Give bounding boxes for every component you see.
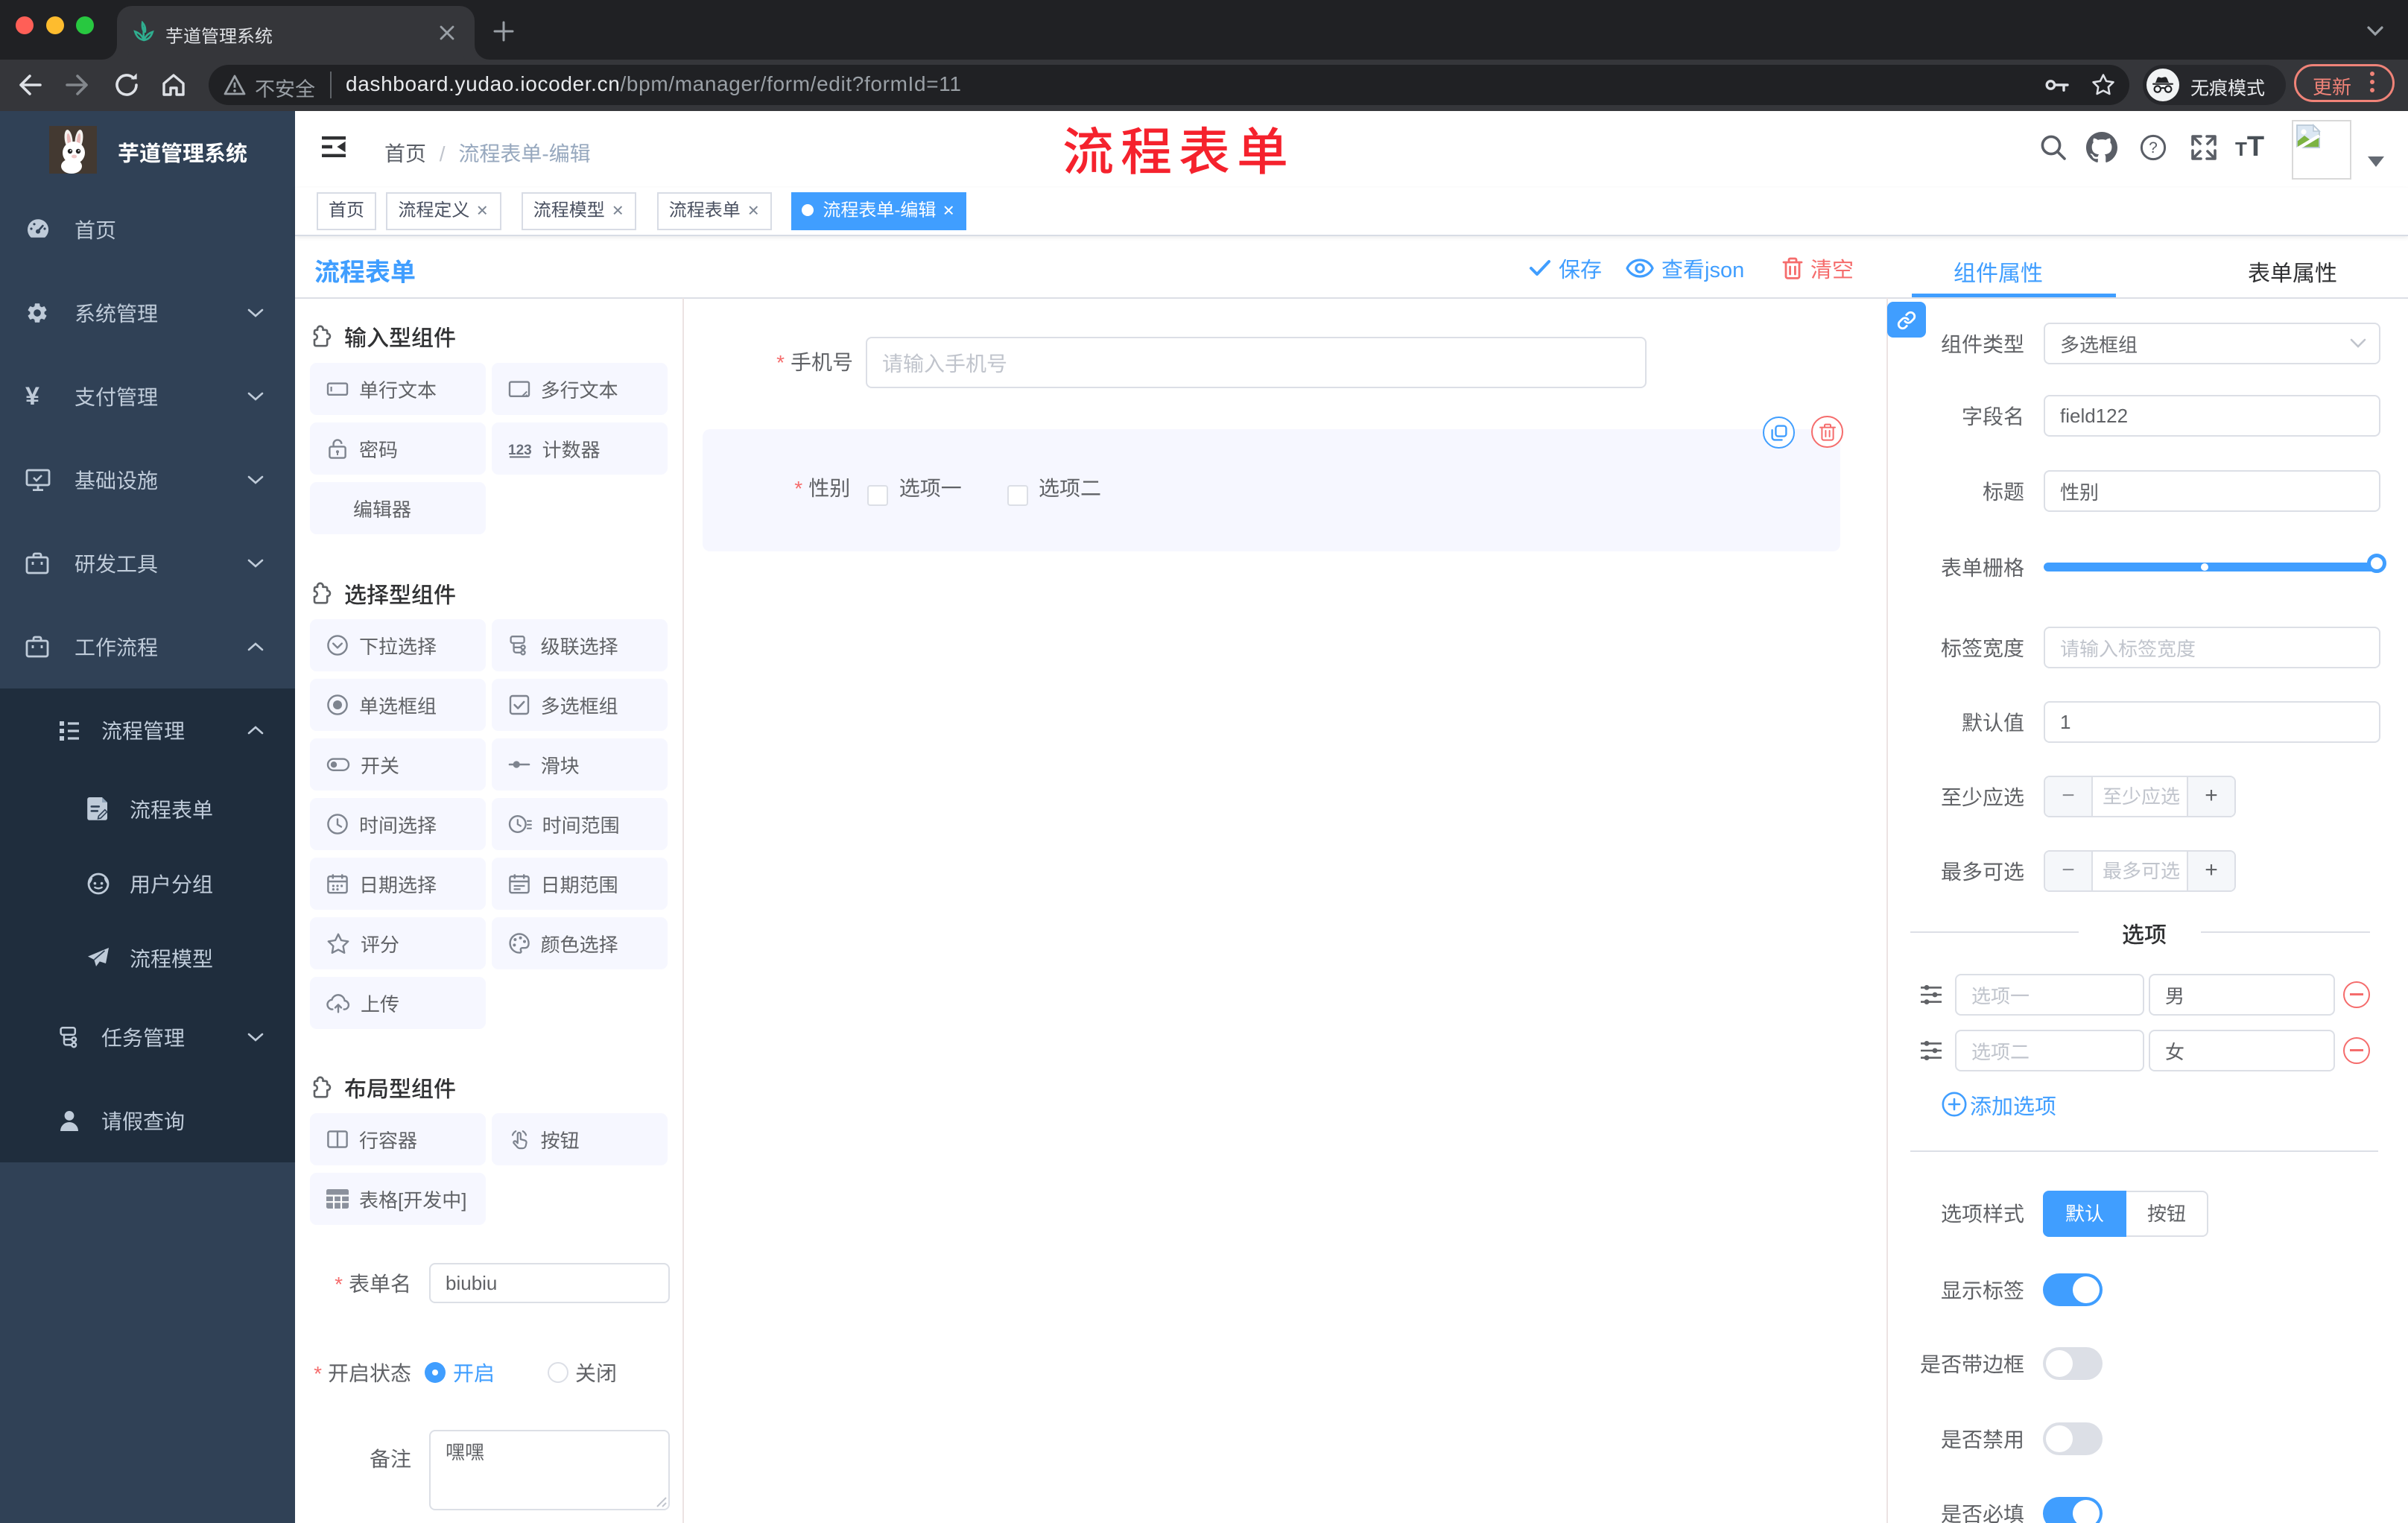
svg-text:?: ? bbox=[2149, 139, 2158, 156]
svg-text:123: 123 bbox=[508, 443, 532, 458]
